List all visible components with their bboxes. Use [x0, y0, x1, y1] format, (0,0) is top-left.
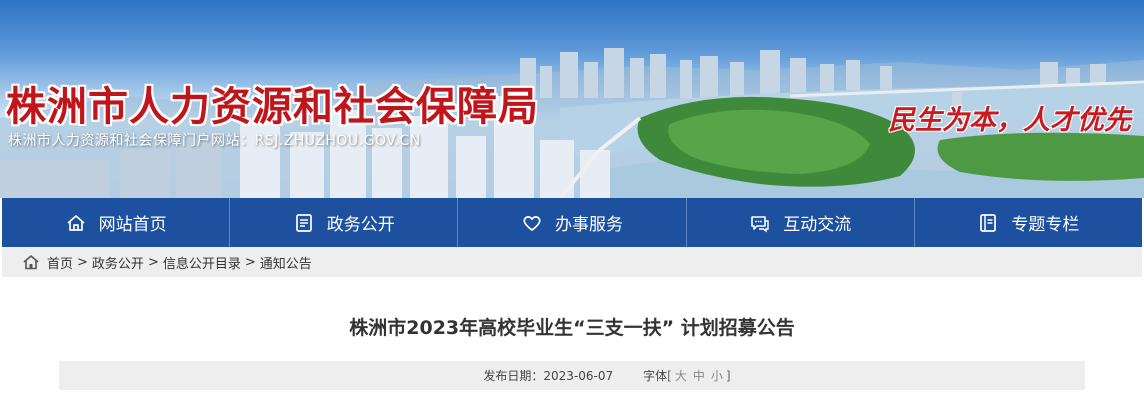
- heart-icon: [521, 212, 543, 234]
- breadcrumb: 首页 > 政务公开 > 信息公开目录 > 通知公告: [2, 247, 1142, 277]
- publish-date-label: 发布日期：: [483, 369, 544, 383]
- nav-item-label: 互动交流: [783, 215, 852, 235]
- article-meta-bar: 发布日期： 2023-06-07 字体 [ 大 中 小 ]: [59, 361, 1085, 390]
- document-icon: [293, 212, 315, 234]
- nav-item-home[interactable]: 网站首页: [2, 198, 231, 247]
- site-title: 株洲市人力资源和社会保障局: [6, 83, 539, 130]
- chat-icon: [749, 212, 771, 234]
- font-size-small-button[interactable]: 小: [711, 367, 723, 384]
- nav-item-label: 政务公开: [326, 215, 395, 235]
- slogan: 民生为本，人才优先: [888, 105, 1131, 136]
- article-title: 株洲市2023年高校毕业生“三支一扶” 计划招募公告: [349, 317, 795, 339]
- main-nav: 网站首页 政务公开 办事服务 互动交流 专题专栏: [2, 198, 1142, 247]
- breadcrumb-separator: >: [244, 254, 256, 270]
- breadcrumb-link-government-affairs[interactable]: 政务公开: [92, 253, 144, 272]
- nav-item-services[interactable]: 办事服务: [458, 198, 687, 247]
- nav-item-special-topics[interactable]: 专题专栏: [915, 198, 1142, 247]
- book-icon: [977, 212, 999, 234]
- font-size-bracket-open: [: [667, 368, 672, 383]
- header-banner: 株洲市人力资源和社会保障局 株洲市人力资源和社会保障门户网站：RSJ.ZHUZH…: [0, 0, 1144, 198]
- font-size-large-button[interactable]: 大: [675, 367, 687, 384]
- nav-item-label: 办事服务: [555, 215, 623, 235]
- font-size-label: 字体: [643, 369, 668, 383]
- home-icon: [65, 212, 87, 234]
- font-size-medium-button[interactable]: 中: [693, 367, 705, 384]
- breadcrumb-link-disclosure-catalog[interactable]: 信息公开目录: [163, 253, 241, 272]
- publish-date: 2023-06-07: [543, 368, 614, 383]
- font-size-bracket-close: ]: [725, 368, 731, 383]
- home-icon: [22, 253, 40, 271]
- breadcrumb-link-notices[interactable]: 通知公告: [260, 253, 312, 272]
- breadcrumb-separator: >: [147, 254, 159, 270]
- site-url-subtitle: 株洲市人力资源和社会保障门户网站：RSJ.ZHUZHOU.GOV.CN: [8, 133, 421, 149]
- nav-item-label: 网站首页: [98, 215, 167, 235]
- nav-item-interaction[interactable]: 互动交流: [687, 198, 915, 247]
- breadcrumb-separator: >: [77, 254, 88, 270]
- nav-item-label: 专题专栏: [1011, 215, 1080, 235]
- breadcrumb-link-home[interactable]: 首页: [47, 253, 73, 272]
- nav-item-government-affairs[interactable]: 政务公开: [230, 198, 459, 247]
